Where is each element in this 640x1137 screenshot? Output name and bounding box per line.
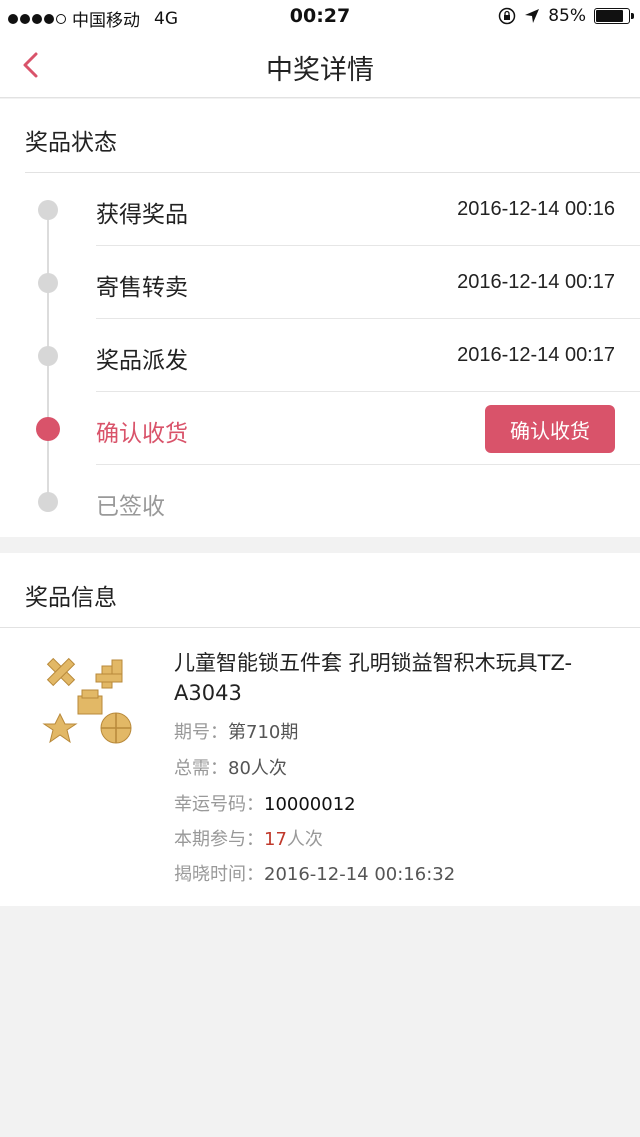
status-right: 85% [498, 6, 634, 26]
participation-line: 本期参与：17人次 [174, 825, 323, 851]
step-label: 已签收 [96, 494, 165, 520]
participation-count: 17 [264, 829, 287, 850]
nav-bar: 中奖详情 [0, 34, 640, 98]
prize-info-title: 奖品信息 [25, 585, 117, 611]
lucky-number-line: 幸运号码：10000012 [174, 790, 356, 816]
step-time: 2016-12-14 00:17 [457, 271, 615, 293]
page-title: 中奖详情 [266, 55, 374, 86]
prize-status-title: 奖品状态 [25, 130, 117, 156]
lucky-number-value: 10000012 [264, 794, 356, 815]
timeline-dot [38, 346, 58, 366]
total-label: 总需： [174, 758, 228, 779]
total-value: 80人次 [228, 758, 287, 779]
timeline-dot [38, 200, 58, 220]
step-label: 获得奖品 [96, 202, 188, 228]
timeline-step: 寄售转卖 2016-12-14 00:17 [0, 246, 640, 319]
reveal-time-label: 揭晓时间： [174, 864, 264, 885]
timeline-step: 已签收 [0, 465, 640, 538]
period-label: 期号： [174, 722, 228, 743]
status-bar: 中国移动 4G 00:27 85% [0, 0, 640, 34]
total-line: 总需：80人次 [174, 754, 287, 780]
timeline-step: 获得奖品 2016-12-14 00:16 [0, 173, 640, 246]
step-label: 寄售转卖 [96, 275, 188, 301]
lucky-number-label: 幸运号码： [174, 794, 264, 815]
timeline-dot-active [36, 417, 60, 441]
participation-unit: 人次 [286, 829, 323, 850]
step-label: 确认收货 [96, 421, 188, 447]
orientation-lock-icon [498, 7, 516, 25]
confirm-receipt-button[interactable]: 确认收货 [485, 405, 615, 453]
product-name[interactable]: 儿童智能锁五件套 孔明锁益智积木玩具TZ-A3043 [174, 648, 594, 708]
step-label: 奖品派发 [96, 348, 188, 374]
reveal-time-line: 揭晓时间：2016-12-14 00:16:32 [174, 860, 455, 886]
product-image[interactable] [40, 648, 140, 748]
step-time: 2016-12-14 00:17 [457, 344, 615, 366]
battery-percent: 85% [548, 6, 586, 26]
timeline-dot [38, 492, 58, 512]
timeline-step: 奖品派发 2016-12-14 00:17 [0, 319, 640, 392]
reveal-time-value: 2016-12-14 00:16:32 [264, 864, 456, 885]
section-divider [0, 627, 640, 628]
location-arrow-icon [525, 9, 540, 23]
period-value: 第710期 [228, 722, 299, 743]
participation-label: 本期参与： [174, 829, 264, 850]
battery-icon [594, 8, 634, 24]
timeline-dot [38, 273, 58, 293]
period-line: 期号：第710期 [174, 718, 298, 744]
prize-status-section: 奖品状态 获得奖品 2016-12-14 00:16 寄售转卖 2016-12-… [0, 99, 640, 537]
prize-info-section: 奖品信息 儿童智能锁五件套 孔明锁益智积木玩具TZ-A3043 期号：第710期 [0, 553, 640, 906]
timeline-step-current: 确认收货 确认收货 [0, 392, 640, 465]
step-time: 2016-12-14 00:16 [457, 198, 615, 220]
